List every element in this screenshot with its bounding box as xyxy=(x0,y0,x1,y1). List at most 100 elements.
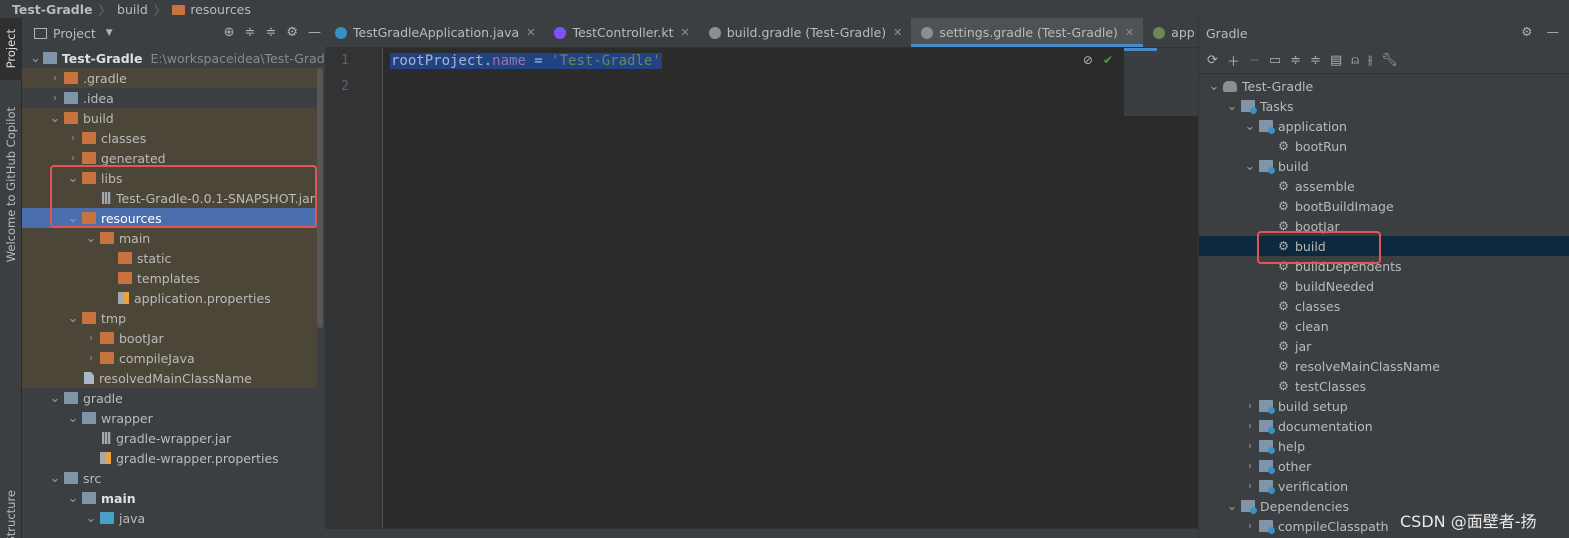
gradle-task[interactable]: ⚙ build xyxy=(1199,236,1569,256)
chevron-down-icon[interactable]: ⌄ xyxy=(1225,499,1239,514)
chevron-down-icon[interactable]: ⌄ xyxy=(1243,119,1257,134)
wrench-icon[interactable]: 🔧︎ xyxy=(1381,53,1398,68)
close-icon[interactable]: ✕ xyxy=(893,26,902,39)
chevron-down-icon[interactable]: ⌄ xyxy=(66,411,80,426)
group-modules-icon[interactable]: ▤ xyxy=(1330,53,1342,68)
editor-tab[interactable]: app xyxy=(1143,18,1198,47)
close-icon[interactable]: ✕ xyxy=(1125,26,1134,39)
tree-item[interactable]: ⌄ src xyxy=(22,468,317,488)
gradle-task[interactable]: ⚙ resolveMainClassName xyxy=(1199,356,1569,376)
add-icon[interactable]: ＋ xyxy=(1227,51,1240,70)
tree-item[interactable]: › classes xyxy=(22,128,317,148)
tool-tab-copilot[interactable]: Welcome to GitHub Copilot xyxy=(0,100,22,270)
locate-icon[interactable]: ⊕ xyxy=(224,25,235,40)
gradle-tree-node[interactable]: › other xyxy=(1199,456,1569,476)
chevron-right-icon[interactable]: › xyxy=(1243,521,1257,532)
chevron-right-icon[interactable]: › xyxy=(84,353,98,364)
gradle-task[interactable]: ⚙ classes xyxy=(1199,296,1569,316)
gradle-task[interactable]: ⚙ assemble xyxy=(1199,176,1569,196)
execute-task-icon[interactable]: ▭ xyxy=(1269,53,1281,68)
project-scrollbar[interactable] xyxy=(317,68,323,328)
chevron-down-icon[interactable]: ⌄ xyxy=(84,511,98,526)
expand-all-icon[interactable]: ≑ xyxy=(1290,53,1301,68)
hide-icon[interactable]: — xyxy=(1547,24,1560,39)
gradle-task[interactable]: ⚙ bootJar xyxy=(1199,216,1569,236)
chevron-right-icon[interactable]: › xyxy=(84,333,98,344)
analyze-icon[interactable]: ⍝ xyxy=(1351,53,1359,68)
reader-mode-icon[interactable]: ⊘ xyxy=(1083,53,1093,67)
tree-item[interactable]: application.properties xyxy=(22,288,317,308)
chevron-right-icon[interactable]: › xyxy=(66,153,80,164)
tree-item[interactable]: static xyxy=(22,248,317,268)
chevron-down-icon[interactable]: ⌄ xyxy=(30,51,41,66)
chevron-down-icon[interactable]: ⌄ xyxy=(84,231,98,246)
gradle-tree-node[interactable]: ⌄ build xyxy=(1199,156,1569,176)
gradle-task[interactable]: ⚙ testClasses xyxy=(1199,376,1569,396)
gradle-task[interactable]: ⚙ buildDependents xyxy=(1199,256,1569,276)
offline-mode-icon[interactable]: ⫲ xyxy=(1368,53,1372,68)
code-editor[interactable]: 1 2 rootProject.name = 'Test-Gradle' ⊘ ✔ xyxy=(325,48,1198,528)
breadcrumb-project[interactable]: Test-Gradle xyxy=(12,2,93,17)
gear-icon[interactable]: ⚙ xyxy=(1521,24,1532,39)
tree-item[interactable]: ⌄ java xyxy=(22,508,317,528)
gradle-tree-node[interactable]: › verification xyxy=(1199,476,1569,496)
hide-icon[interactable]: — xyxy=(308,25,321,40)
chevron-right-icon[interactable]: › xyxy=(1243,421,1257,432)
breadcrumb-resources[interactable]: resources xyxy=(190,2,251,17)
tree-item[interactable]: › .idea xyxy=(22,88,317,108)
chevron-down-icon[interactable]: ⌄ xyxy=(1243,159,1257,174)
chevron-right-icon[interactable]: › xyxy=(1243,481,1257,492)
chevron-right-icon[interactable]: › xyxy=(66,133,80,144)
remove-icon[interactable]: − xyxy=(1249,53,1260,68)
tool-tab-project[interactable]: Project xyxy=(0,18,22,80)
tree-item[interactable]: ⌄ main xyxy=(22,228,317,248)
gradle-tree-node[interactable]: ⌄ Test-Gradle xyxy=(1199,76,1569,96)
gradle-task[interactable]: ⚙ buildNeeded xyxy=(1199,276,1569,296)
gradle-task[interactable]: ⚙ bootBuildImage xyxy=(1199,196,1569,216)
tree-item[interactable]: › bootJar xyxy=(22,328,317,348)
tree-item[interactable]: ⌄ tmp xyxy=(22,308,317,328)
breadcrumb-build[interactable]: build xyxy=(117,2,148,17)
tree-item[interactable]: › .gradle xyxy=(22,68,317,88)
expand-all-icon[interactable]: ≑ xyxy=(245,25,256,40)
code-line-1[interactable]: rootProject.name = 'Test-Gradle' xyxy=(390,51,662,71)
tree-item[interactable]: resolvedMainClassName xyxy=(22,368,317,388)
gradle-tree-node[interactable]: › help xyxy=(1199,436,1569,456)
chevron-right-icon[interactable]: › xyxy=(48,73,62,84)
chevron-down-icon[interactable]: ⌄ xyxy=(66,311,80,326)
checkmark-icon[interactable]: ✔ xyxy=(1103,53,1113,67)
gear-icon[interactable]: ⚙ xyxy=(286,25,298,40)
tree-item[interactable]: ⌄ gradle xyxy=(22,388,317,408)
chevron-down-icon[interactable]: ⌄ xyxy=(48,391,62,406)
editor-tab[interactable]: settings.gradle (Test-Gradle) ✕ xyxy=(911,18,1144,47)
chevron-down-icon[interactable]: ▼ xyxy=(106,28,113,38)
gradle-task[interactable]: ⚙ jar xyxy=(1199,336,1569,356)
editor-tab[interactable]: build.gradle (Test-Gradle) ✕ xyxy=(699,18,912,47)
tool-tab-structure[interactable]: Structure xyxy=(0,490,22,538)
tree-item[interactable]: › compileJava xyxy=(22,348,317,368)
project-panel-title[interactable]: Project xyxy=(53,26,96,41)
chevron-down-icon[interactable]: ⌄ xyxy=(66,491,80,506)
editor-tab[interactable]: TestGradleApplication.java ✕ xyxy=(325,18,544,47)
tree-item[interactable]: gradle-wrapper.properties xyxy=(22,448,317,468)
tree-item[interactable]: gradle-wrapper.jar xyxy=(22,428,317,448)
tree-item[interactable]: ⌄ Test-Gradle E:\workspaceidea\Test-Gradl xyxy=(22,48,325,68)
editor-tab[interactable]: TestController.kt ✕ xyxy=(544,18,698,47)
close-icon[interactable]: ✕ xyxy=(681,26,690,39)
chevron-right-icon[interactable]: › xyxy=(1243,401,1257,412)
chevron-right-icon[interactable]: › xyxy=(1243,461,1257,472)
gradle-tree-node[interactable]: › build setup xyxy=(1199,396,1569,416)
chevron-down-icon[interactable]: ⌄ xyxy=(48,471,62,486)
chevron-right-icon[interactable]: › xyxy=(48,93,62,104)
collapse-all-icon[interactable]: ≑ xyxy=(1310,53,1321,68)
chevron-right-icon[interactable]: › xyxy=(1243,441,1257,452)
tree-item[interactable]: ⌄ wrapper xyxy=(22,408,317,428)
chevron-down-icon[interactable]: ⌄ xyxy=(1207,79,1221,94)
gradle-tree-node[interactable]: › documentation xyxy=(1199,416,1569,436)
gradle-task[interactable]: ⚙ clean xyxy=(1199,316,1569,336)
gradle-tree-node[interactable]: ⌄ Tasks xyxy=(1199,96,1569,116)
gradle-task[interactable]: ⚙ bootRun xyxy=(1199,136,1569,156)
tree-item[interactable]: ⌄ main xyxy=(22,488,317,508)
tree-item[interactable]: ⌄ build xyxy=(22,108,317,128)
close-icon[interactable]: ✕ xyxy=(526,26,535,39)
